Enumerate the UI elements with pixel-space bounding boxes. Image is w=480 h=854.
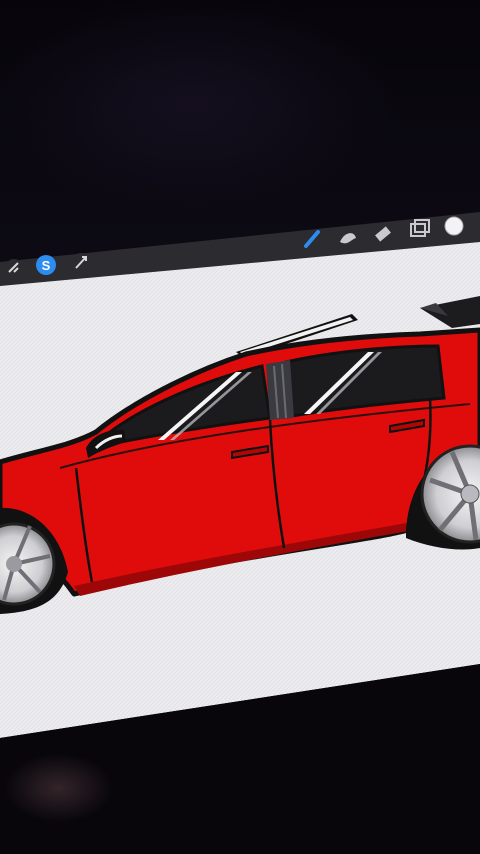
svg-text:S: S <box>42 258 51 273</box>
color-icon[interactable] <box>444 216 464 236</box>
layers-icon[interactable] <box>410 219 430 237</box>
eraser-icon[interactable] <box>375 226 391 242</box>
finger-shadow <box>0 744 130 854</box>
procreate-toolbar: S <box>5 216 464 277</box>
adjustments-icon[interactable] <box>5 259 23 277</box>
photo-scene: S <box>0 0 480 854</box>
transform-icon[interactable] <box>72 253 90 271</box>
smudge-icon[interactable] <box>340 233 356 244</box>
brush-icon[interactable] <box>304 230 320 248</box>
selection-icon[interactable]: S <box>36 255 56 275</box>
